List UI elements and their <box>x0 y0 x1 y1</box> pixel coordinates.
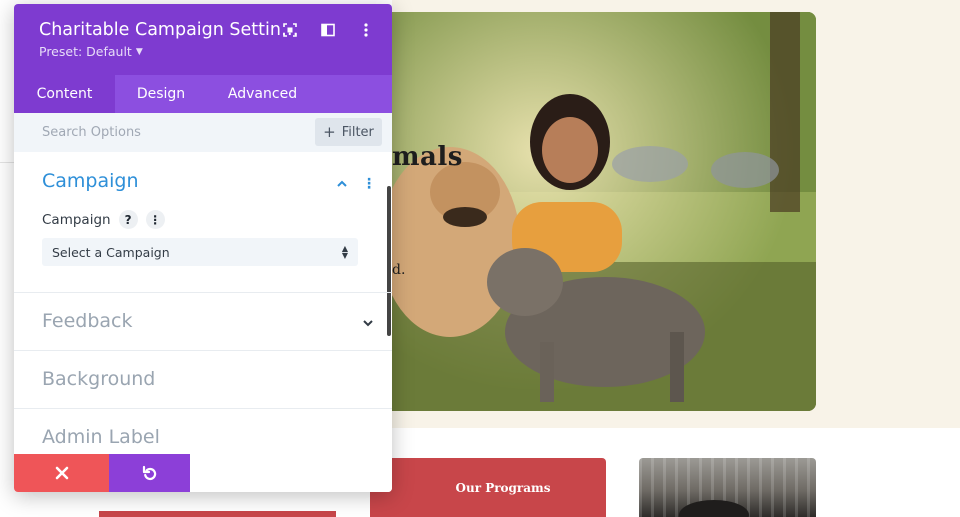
options-list: Campaign ⋮ Campaign ? ⋮ Select a Campaig… <box>14 152 392 492</box>
cancel-button[interactable] <box>14 454 109 492</box>
tab-design[interactable]: Design <box>115 75 207 113</box>
program-thumbnail-image <box>639 458 816 517</box>
select-arrows-icon: ▲ ▼ <box>341 244 348 260</box>
preset-label: Preset: Default <box>39 44 132 59</box>
tab-content[interactable]: Content <box>14 75 115 113</box>
field-options-icon[interactable]: ⋮ <box>145 210 165 229</box>
caret-down-icon: ▼ <box>135 46 143 57</box>
campaign-section-controls: ⋮ <box>334 176 376 192</box>
plus-icon: + <box>323 123 336 141</box>
preset-selector[interactable]: Preset: Default ▼ <box>39 44 368 59</box>
more-options-icon[interactable] <box>358 22 374 38</box>
hero-text: d. <box>392 262 406 278</box>
tab-bar: Content Design Advanced <box>14 75 392 113</box>
campaign-select-value: Select a Campaign <box>52 244 170 260</box>
filter-button[interactable]: + Filter <box>315 118 382 146</box>
campaign-select[interactable]: Select a Campaign ▲ ▼ <box>42 238 358 266</box>
hero-heading: mals <box>392 142 463 172</box>
our-programs-card[interactable]: Our Programs <box>370 458 606 517</box>
campaign-field-label: Campaign <box>42 211 111 228</box>
settings-modal: Charitable Campaign Settin… Preset: Defa… <box>14 4 392 492</box>
search-options-input[interactable] <box>42 113 302 152</box>
modal-footer <box>14 454 190 492</box>
campaign-section: Campaign ⋮ Campaign ? ⋮ Select a Campaig… <box>14 152 392 293</box>
our-programs-label: Our Programs <box>455 480 551 495</box>
feedback-section-controls <box>360 315 376 331</box>
close-icon <box>55 466 68 480</box>
sidebar-toggle-icon[interactable] <box>320 22 336 38</box>
feedback-section-title[interactable]: Feedback <box>42 310 364 332</box>
hero-photo-illustration <box>390 12 816 411</box>
footer-spacer <box>190 454 392 492</box>
modal-header: Charitable Campaign Settin… Preset: Defa… <box>14 4 392 75</box>
campaign-field-row: Campaign ? ⋮ <box>42 210 364 229</box>
chevron-up-icon[interactable] <box>334 176 350 192</box>
undo-button[interactable] <box>109 454 190 492</box>
search-bar: + Filter <box>14 113 392 152</box>
help-icon[interactable]: ? <box>118 210 138 229</box>
filter-label: Filter <box>341 124 374 140</box>
background-section[interactable]: Background <box>14 351 392 409</box>
tab-advanced[interactable]: Advanced <box>207 75 318 113</box>
undo-icon <box>142 465 156 481</box>
campaign-section-title[interactable]: Campaign <box>42 170 364 192</box>
header-icons <box>282 22 374 38</box>
chevron-down-icon[interactable] <box>360 315 376 331</box>
admin-label-section-title[interactable]: Admin Label <box>42 426 364 448</box>
background-section-title[interactable]: Background <box>42 368 364 390</box>
feedback-section[interactable]: Feedback <box>14 293 392 351</box>
section-options-icon[interactable]: ⋮ <box>362 177 376 191</box>
hero-image <box>390 12 816 411</box>
card-strip <box>99 511 336 517</box>
expand-icon[interactable] <box>282 22 298 38</box>
